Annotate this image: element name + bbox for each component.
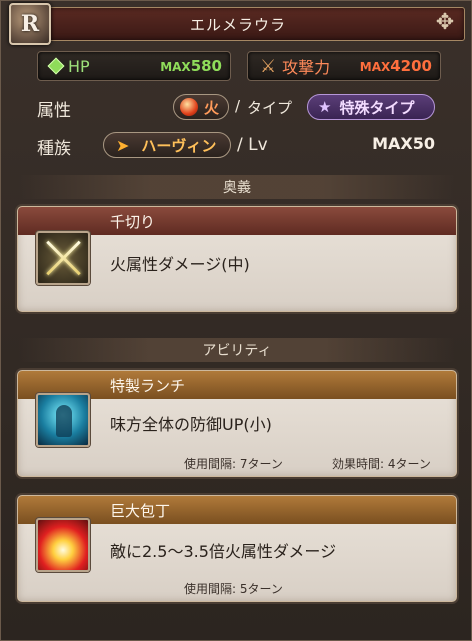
hp-label: HP — [68, 56, 90, 76]
ougi-description: 火属性ダメージ(中) — [110, 255, 250, 274]
type-badge: ★ 特殊タイプ — [307, 94, 435, 120]
ability-section-header: アビリティ — [19, 338, 455, 362]
race-value: ハーヴィン — [141, 136, 217, 155]
attack-value: MAX4200 — [359, 57, 432, 75]
ability-2-description: 敵に2.5〜3.5倍火属性ダメージ — [110, 542, 337, 561]
attack-stat: ⚔ 攻撃力 MAX4200 — [247, 51, 441, 81]
level-max: MAX50 — [372, 134, 435, 153]
crossed-swords-icon — [36, 231, 90, 285]
rarity-badge: R — [9, 3, 51, 45]
sword-icon: ⚔ — [260, 55, 277, 77]
explosion-icon — [36, 518, 90, 572]
level-label: / Lv — [237, 135, 268, 155]
element-value: 火 — [204, 98, 220, 117]
attack-label: 攻撃力 — [282, 58, 331, 77]
type-label: タイプ — [247, 99, 293, 117]
hp-stat: HP MAX580 — [37, 51, 231, 81]
hp-value: MAX580 — [160, 57, 222, 75]
ougi-card[interactable]: 千切り 火属性ダメージ(中) — [17, 206, 457, 312]
hp-gem-icon — [47, 57, 65, 75]
race-arrow-icon: ➤ — [116, 135, 130, 155]
ability-1-duration: 効果時間: 4ターン — [332, 457, 431, 471]
ability-1-description: 味方全体の防御UP(小) — [110, 415, 272, 434]
defense-up-icon — [36, 393, 90, 447]
race-label: 種族 — [37, 139, 71, 159]
type-value: 特殊タイプ — [339, 98, 415, 117]
star-icon: ★ — [318, 98, 332, 116]
element-badge: 火 — [173, 94, 229, 120]
fire-icon — [180, 98, 198, 116]
ability-card-1[interactable]: 特製ランチ 味方全体の防御UP(小) 使用間隔: 7ターン 効果時間: 4ターン — [17, 370, 457, 477]
type-separator: / — [235, 97, 241, 115]
attribute-label: 属性 — [37, 101, 71, 121]
ability-1-cooldown: 使用間隔: 7ターン — [184, 457, 283, 471]
title-bar: エルメラウラ — [11, 7, 465, 41]
ornament-icon: ✥ — [435, 10, 455, 35]
race-badge: ➤ ハーヴィン — [103, 132, 231, 158]
ability-card-2[interactable]: 巨大包丁 敵に2.5〜3.5倍火属性ダメージ 使用間隔: 5ターン — [17, 495, 457, 602]
character-name: エルメラウラ — [189, 15, 286, 34]
ability-2-cooldown: 使用間隔: 5ターン — [184, 582, 283, 596]
character-detail-panel: エルメラウラ R ✥ HP MAX580 ⚔ 攻撃力 MAX4200 属性 火 … — [0, 0, 472, 641]
ougi-section-header: 奥義 — [19, 175, 455, 199]
